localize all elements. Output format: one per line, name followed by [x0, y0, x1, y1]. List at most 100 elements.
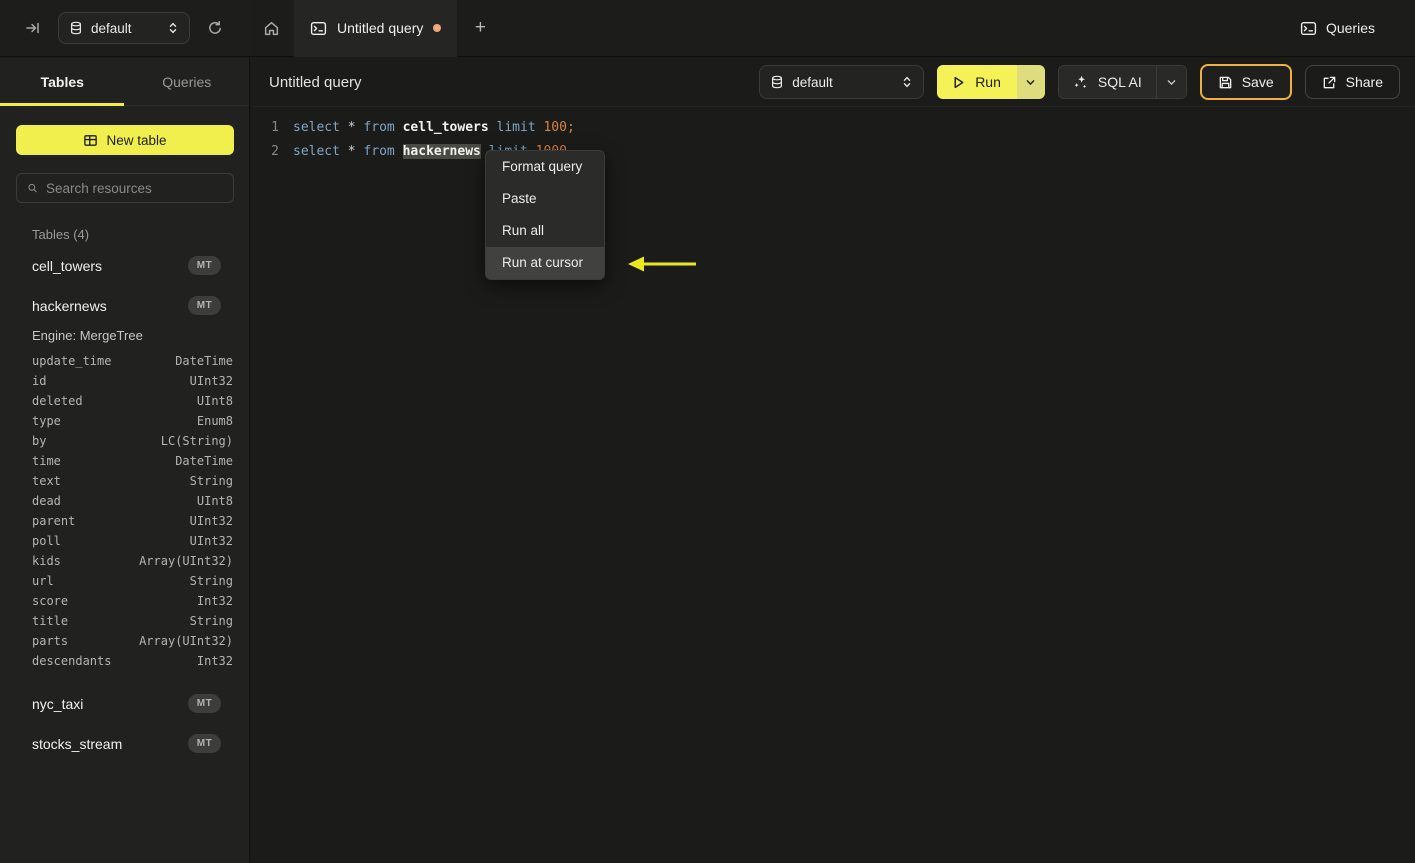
- table-name: hackernews: [32, 297, 107, 314]
- sql-ai-label: SQL AI: [1097, 74, 1142, 90]
- context-menu-item[interactable]: Run all: [486, 215, 604, 247]
- engine-badge: MT: [188, 296, 221, 315]
- column-type: Int32: [196, 654, 233, 668]
- column-row[interactable]: update_time DateTime: [16, 351, 233, 371]
- refresh-button[interactable]: [200, 13, 230, 43]
- topbar: default Untitled query + Queries: [0, 0, 1415, 57]
- sql-console-app: default Untitled query + Queries Tables …: [0, 0, 1415, 863]
- code-token: *: [347, 120, 356, 135]
- share-button[interactable]: Share: [1304, 65, 1400, 99]
- column-row[interactable]: title String: [16, 611, 233, 631]
- new-tab-button[interactable]: +: [463, 11, 497, 45]
- column-row[interactable]: parent UInt32: [16, 511, 233, 531]
- column-name: url: [32, 574, 54, 588]
- context-menu-item[interactable]: Format query: [486, 151, 604, 183]
- sql-editor[interactable]: 1 select * from cell_towers limit 100; 2…: [251, 107, 1415, 164]
- sidebar: Tables Queries New table Tables (4) cell…: [0, 58, 250, 863]
- collapse-sidebar-button[interactable]: [18, 13, 48, 43]
- line-number: 1: [271, 120, 279, 135]
- search-input[interactable]: [46, 180, 223, 196]
- tab-label: Untitled query: [337, 20, 424, 36]
- code-line-content: select * from cell_towers limit 100;: [293, 116, 575, 140]
- engine-badge: MT: [188, 694, 221, 713]
- column-type: String: [189, 574, 233, 588]
- editor-context-menu: Format query Paste Run all Run at cursor: [485, 150, 605, 280]
- column-row[interactable]: by LC(String): [16, 431, 233, 451]
- table-icon: [84, 134, 98, 146]
- column-type: DateTime: [175, 354, 233, 368]
- main-area: Untitled query default Run SQL AI Save S…: [251, 58, 1415, 863]
- table-row-cell-towers[interactable]: cell_towers MT: [16, 249, 233, 282]
- tab-untitled-query[interactable]: Untitled query: [294, 0, 458, 57]
- sidebar-tab-queries[interactable]: Queries: [125, 58, 250, 105]
- context-menu-item[interactable]: Run at cursor: [486, 247, 604, 279]
- tabstrip: Untitled query +: [250, 0, 497, 57]
- home-button[interactable]: [256, 13, 286, 43]
- column-name: text: [32, 474, 61, 488]
- table-row-nyc-taxi[interactable]: nyc_taxi MT: [16, 687, 233, 720]
- topbar-database-selector[interactable]: default: [58, 12, 190, 44]
- queries-button-label: Queries: [1325, 20, 1375, 36]
- column-type: UInt32: [189, 514, 233, 528]
- column-name: time: [32, 454, 61, 468]
- column-row[interactable]: parts Array(UInt32): [16, 631, 233, 651]
- code-token: *: [347, 144, 356, 159]
- table-row-hackernews[interactable]: hackernews MT: [16, 289, 233, 322]
- query-toolbar: default Run SQL AI Save Share: [759, 64, 1400, 100]
- column-name: id: [32, 374, 47, 388]
- sql-ai-button[interactable]: SQL AI: [1058, 66, 1156, 98]
- sql-ai-split-button: SQL AI: [1057, 65, 1187, 99]
- column-row[interactable]: id UInt32: [16, 371, 233, 391]
- column-row[interactable]: score Int32: [16, 591, 233, 611]
- column-row[interactable]: text String: [16, 471, 233, 491]
- engine-badge: MT: [188, 734, 221, 753]
- run-options-button[interactable]: [1016, 65, 1045, 99]
- table-name: nyc_taxi: [32, 695, 84, 712]
- share-button-label: Share: [1345, 74, 1383, 90]
- column-row[interactable]: poll UInt32: [16, 531, 233, 551]
- toolbar-database-selector[interactable]: default: [759, 65, 925, 99]
- context-menu-item[interactable]: Paste: [486, 183, 604, 215]
- column-name: by: [32, 434, 47, 448]
- sidebar-tab-tables[interactable]: Tables: [0, 58, 125, 105]
- sidebar-content: New table Tables (4) cell_towers MT hack…: [0, 125, 249, 760]
- column-row[interactable]: descendants Int32: [16, 651, 233, 671]
- column-row[interactable]: kids Array(UInt32): [16, 551, 233, 571]
- active-tab-underline: [0, 103, 124, 106]
- column-row[interactable]: time DateTime: [16, 451, 233, 471]
- topbar-right: Queries: [1300, 20, 1415, 37]
- column-row[interactable]: deleted UInt8: [16, 391, 233, 411]
- table-name: stocks_stream: [32, 735, 123, 752]
- column-type: String: [189, 474, 233, 488]
- column-row[interactable]: dead UInt8: [16, 491, 233, 511]
- save-button[interactable]: Save: [1199, 64, 1292, 100]
- column-row[interactable]: url String: [16, 571, 233, 591]
- column-type: UInt32: [189, 534, 233, 548]
- new-table-button[interactable]: New table: [16, 125, 234, 155]
- column-row[interactable]: type Enum8: [16, 411, 233, 431]
- code-token: hackernews: [402, 144, 481, 159]
- column-type: DateTime: [175, 454, 233, 468]
- code-token: select: [293, 120, 340, 135]
- column-list: update_time DateTime id UInt32 deleted U…: [16, 351, 233, 671]
- database-icon: [772, 75, 783, 89]
- column-type: Int32: [196, 594, 233, 608]
- sql-ai-options-button[interactable]: [1155, 66, 1186, 98]
- run-button[interactable]: Run: [937, 65, 1017, 99]
- terminal-icon: [1300, 21, 1317, 35]
- tables-section-label: Tables (4): [32, 227, 90, 242]
- column-type: String: [189, 614, 233, 628]
- queries-button[interactable]: Queries: [1300, 20, 1375, 37]
- table-row-stocks-stream[interactable]: stocks_stream MT: [16, 727, 233, 760]
- toolbar-database-value: default: [792, 74, 833, 90]
- column-name: descendants: [32, 654, 112, 668]
- column-type: Array(UInt32): [139, 634, 233, 648]
- column-name: kids: [32, 554, 61, 568]
- query-title: Untitled query: [269, 73, 362, 91]
- refresh-icon: [209, 20, 221, 34]
- unsaved-indicator-dot: [433, 24, 442, 32]
